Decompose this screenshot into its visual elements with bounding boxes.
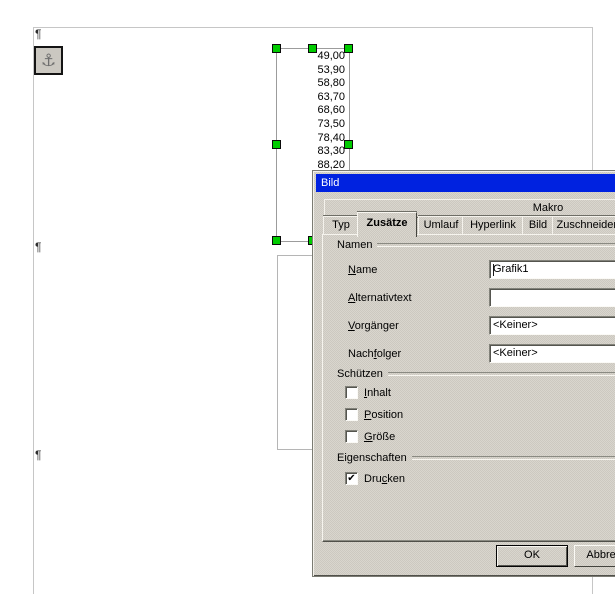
selection-handle-top-middle[interactable]	[308, 44, 317, 53]
selection-handle-top-left[interactable]	[272, 44, 281, 53]
tabpage-zusaetze: Namen Name Alternativtext Vorgänger Nach…	[322, 234, 615, 542]
tab-label: Makro	[533, 202, 564, 214]
vorgaenger-field[interactable]	[489, 316, 615, 335]
vorgaenger-input[interactable]	[493, 319, 615, 331]
alternativtext-input[interactable]	[493, 291, 615, 303]
alternativtext-label: Alternativtext	[348, 292, 412, 304]
dialog-title: Bild	[321, 177, 339, 189]
checkmark-icon: ✔	[347, 473, 355, 484]
nachfolger-label: Nachfolger	[348, 348, 401, 360]
group-line	[388, 372, 615, 376]
dialog-titlebar[interactable]: Bild	[316, 174, 615, 192]
tab-label: Typ	[332, 219, 350, 231]
tab-label: Umlauf	[424, 219, 459, 231]
tab-label: Hyperlink	[470, 219, 516, 231]
group-label: Namen	[337, 239, 372, 251]
tab-typ[interactable]: Typ	[323, 216, 359, 234]
group-schuetzen: Schützen	[337, 368, 615, 380]
writer-document-view: ¶ ¶ ¶ ⚓ 49,00 53,90 58,80 63,70 68,60 73…	[0, 0, 615, 594]
group-eigenschaften: Eigenschaften	[337, 452, 615, 464]
text-boundary-left	[33, 27, 34, 594]
selection-handle-middle-left[interactable]	[272, 140, 281, 149]
inhalt-checkbox-row: Inhalt	[345, 386, 391, 399]
position-checkbox[interactable]	[345, 408, 358, 421]
ok-button[interactable]: OK	[496, 545, 568, 567]
image-value: 73,50	[277, 118, 345, 132]
inhalt-checkbox[interactable]	[345, 386, 358, 399]
vorgaenger-label: Vorgänger	[348, 320, 399, 332]
name-field[interactable]	[489, 260, 615, 279]
tab-hyperlink[interactable]: Hyperlink	[462, 216, 524, 234]
group-namen: Namen	[337, 239, 615, 251]
paragraph-mark: ¶	[35, 28, 41, 40]
nachfolger-field[interactable]	[489, 344, 615, 363]
name-label: Name	[348, 264, 377, 276]
drucken-checkbox[interactable]: ✔	[345, 472, 358, 485]
paragraph-mark: ¶	[35, 449, 41, 461]
image-value: 53,90	[277, 64, 345, 78]
tab-label: Zuschneiden	[557, 219, 615, 231]
tab-label: Bild	[529, 219, 547, 231]
inhalt-label: Inhalt	[364, 387, 391, 399]
group-label: Schützen	[337, 368, 383, 380]
groesse-checkbox-row: Größe	[345, 430, 395, 443]
position-checkbox-row: Position	[345, 408, 403, 421]
image-value: 58,80	[277, 77, 345, 91]
tab-zuschneiden[interactable]: Zuschneiden	[552, 216, 615, 234]
tab-label: Zusätze	[367, 217, 408, 229]
image-value: 68,60	[277, 104, 345, 118]
bild-properties-dialog: Bild Makro Typ Zusätze Umlauf Hyperlink …	[312, 170, 615, 577]
selection-handle-top-right[interactable]	[344, 44, 353, 53]
cancel-button[interactable]: Abbrechen	[574, 545, 615, 567]
anchor-icon[interactable]: ⚓	[34, 46, 63, 75]
cancel-label: Abbrechen	[586, 549, 615, 561]
paragraph-mark: ¶	[35, 241, 41, 253]
image-value: 83,30	[277, 145, 345, 159]
text-boundary-top	[33, 27, 592, 28]
position-label: Position	[364, 409, 403, 421]
drucken-label: Drucken	[364, 473, 405, 485]
nachfolger-input[interactable]	[493, 347, 615, 359]
tab-zusaetze[interactable]: Zusätze	[357, 212, 417, 237]
image-content-values: 49,00 53,90 58,80 63,70 68,60 73,50 78,4…	[277, 50, 345, 172]
image-value: 63,70	[277, 91, 345, 105]
tab-umlauf[interactable]: Umlauf	[418, 216, 464, 234]
groesse-label: Größe	[364, 431, 395, 443]
drucken-checkbox-row: ✔ Drucken	[345, 472, 405, 485]
image-value: 78,40	[277, 132, 345, 146]
groesse-checkbox[interactable]	[345, 430, 358, 443]
tab-bild[interactable]: Bild	[522, 216, 554, 234]
selection-handle-bottom-left[interactable]	[272, 236, 281, 245]
anchor-glyph: ⚓	[41, 51, 56, 70]
group-label: Eigenschaften	[337, 452, 407, 464]
ok-label: OK	[524, 549, 540, 561]
selection-handle-middle-right[interactable]	[344, 140, 353, 149]
name-input[interactable]	[493, 263, 615, 275]
group-line	[412, 456, 615, 460]
group-line	[377, 243, 615, 247]
alternativtext-field[interactable]	[489, 288, 615, 307]
